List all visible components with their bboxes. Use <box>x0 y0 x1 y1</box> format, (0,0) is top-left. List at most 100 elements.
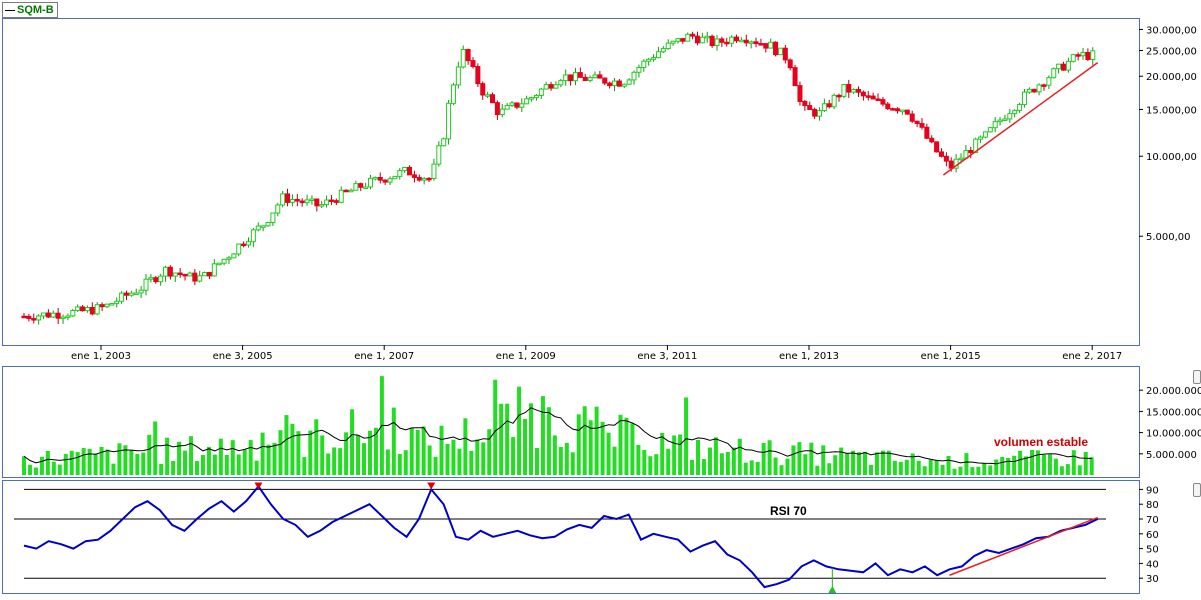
volume-bar <box>874 452 879 475</box>
x-tick-label: ene 3, 2005 <box>213 351 273 362</box>
volume-bar <box>45 450 50 475</box>
candle-body <box>748 41 754 44</box>
candle-body <box>1075 54 1081 57</box>
candle-body <box>114 300 120 305</box>
candle-body <box>655 51 661 59</box>
volume-bar <box>22 456 26 475</box>
volume-bar <box>546 407 551 475</box>
candle-body <box>709 35 715 47</box>
candle-body <box>729 36 735 44</box>
volume-y-tick-label: 10.000.000 <box>1146 429 1201 440</box>
volume-bar <box>218 438 223 475</box>
volume-bar <box>701 459 706 475</box>
volume-bar <box>409 427 414 475</box>
candle-body <box>875 98 881 101</box>
volume-bar <box>988 465 993 475</box>
volume-bar <box>165 437 170 475</box>
volume-bar <box>558 447 563 475</box>
candle-body <box>192 272 198 282</box>
candle-body <box>602 77 608 84</box>
candle-body <box>382 179 388 183</box>
candle-body <box>1031 88 1037 93</box>
volume-bar <box>684 397 689 475</box>
volume-bar <box>851 450 856 475</box>
candle-body <box>367 177 373 188</box>
volume-bar <box>463 418 468 475</box>
volume-bar <box>976 466 981 475</box>
candle-body <box>202 272 208 277</box>
volume-bar <box>666 448 671 475</box>
volume-bar <box>326 453 331 475</box>
candle-body <box>880 99 886 105</box>
volume-bar <box>904 459 909 475</box>
candle-body <box>236 243 242 255</box>
volume-bar <box>451 439 456 475</box>
candle-body <box>494 102 500 116</box>
candle-body <box>465 48 471 62</box>
volume-bar <box>642 450 647 475</box>
volume-bar <box>719 453 724 475</box>
volume-bar <box>946 455 951 475</box>
x-tick-label: ene 2, 2017 <box>1062 351 1122 362</box>
volume-bar <box>230 440 235 475</box>
candle-body <box>21 315 27 319</box>
volume-bar <box>582 406 587 475</box>
volume-bar <box>302 457 307 475</box>
candle-body <box>538 88 544 96</box>
candle-body <box>1090 50 1096 60</box>
legend-box: SQM-B <box>2 2 58 18</box>
candle-body <box>738 39 744 43</box>
volume-bar <box>636 444 641 475</box>
volume-bar <box>1012 455 1017 475</box>
candle-body <box>402 166 408 172</box>
volume-bar <box>397 453 402 475</box>
candle-body <box>1017 104 1023 111</box>
candle-body <box>1026 88 1032 93</box>
candle-body <box>441 138 447 147</box>
volume-bar <box>552 435 557 475</box>
volume-bar <box>791 445 796 475</box>
volume-bar <box>135 454 140 475</box>
volume-bar <box>517 386 522 475</box>
price-y-tick-label: 5.000,00 <box>1146 232 1191 243</box>
candle-body <box>348 189 354 193</box>
candle-body <box>699 36 705 44</box>
volume-bar <box>439 425 444 475</box>
candle-body <box>558 80 564 86</box>
rsi-panel-scroll-button[interactable] <box>1193 483 1201 497</box>
rsi-y-tick-label: 60 <box>1146 530 1159 541</box>
candle-body <box>314 198 320 207</box>
volume-bar <box>403 450 408 475</box>
candle-body <box>397 170 403 177</box>
volume-bar <box>761 443 766 475</box>
candle-body <box>387 178 393 183</box>
candle-body <box>807 105 813 110</box>
volume-bar <box>499 403 504 475</box>
volume-bar <box>308 430 313 475</box>
candle-body <box>938 151 944 157</box>
volume-y-tick-label: 5.000.000 <box>1146 450 1197 461</box>
volume-panel-scroll-button[interactable] <box>1193 370 1201 384</box>
volume-bar <box>236 454 241 475</box>
candle-body <box>934 141 940 153</box>
volume-bar <box>338 448 343 475</box>
volume-y-tick-label: 20.000.000 <box>1146 386 1201 397</box>
volume-bar <box>809 442 814 475</box>
candle-body <box>992 121 998 129</box>
volume-bar <box>111 463 116 475</box>
candle-body <box>128 292 134 296</box>
volume-bar <box>194 461 199 475</box>
candle-body <box>870 95 876 100</box>
volume-bar <box>1053 458 1058 475</box>
volume-bar <box>421 426 426 475</box>
candle-body <box>714 38 720 47</box>
volume-bar <box>505 403 510 475</box>
legend-symbol: SQM-B <box>17 4 54 16</box>
rsi-y-tick-label: 90 <box>1146 485 1159 496</box>
volume-bar <box>284 415 289 475</box>
volume-bar <box>982 463 987 475</box>
candle-body <box>89 307 95 315</box>
candle-body <box>812 108 818 117</box>
candle-body <box>641 60 647 68</box>
volume-bar <box>433 456 438 475</box>
